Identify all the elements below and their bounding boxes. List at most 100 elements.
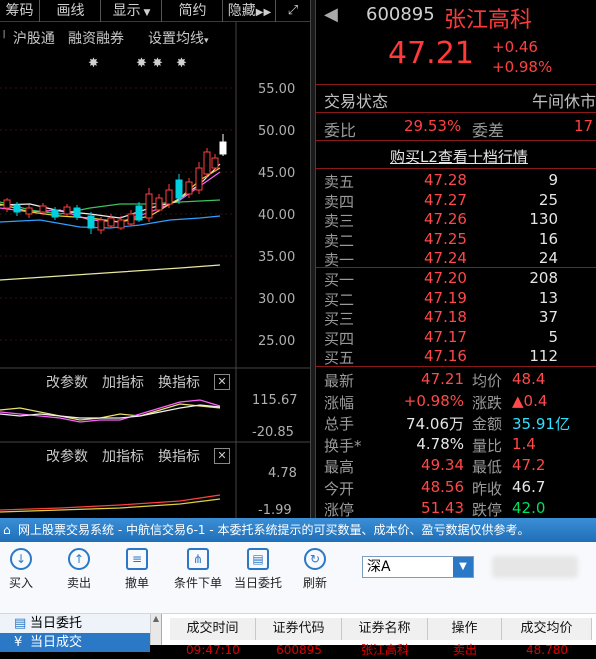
buy-label: 买入	[8, 576, 33, 590]
refresh-button[interactable]: ↻ 刷新	[290, 548, 340, 591]
double-chevron-icon: ▶▶	[255, 7, 272, 18]
book-row[interactable]: 卖二 47.25 16	[324, 229, 596, 250]
trade-code[interactable]: 600895	[256, 641, 342, 659]
stat-label: 涨跌	[472, 393, 503, 412]
book-row[interactable]: 买三 47.18 37	[324, 308, 596, 328]
tab-draw[interactable]: 画线	[41, 0, 101, 22]
stat-label: 跌停	[472, 501, 503, 519]
stat-label: 最高	[324, 458, 355, 476]
candle-body	[51, 209, 59, 218]
column-header[interactable]: 成交时间	[170, 618, 256, 640]
book-row[interactable]: 买二 47.19 13	[324, 289, 596, 309]
ind2-add-button[interactable]: 加指标	[102, 446, 144, 466]
divider	[316, 84, 596, 85]
book-row[interactable]: 卖三 47.26 130	[324, 210, 596, 230]
prev-stock-icon[interactable]: ◀	[324, 4, 338, 25]
book-row[interactable]: 卖一 47.24 24	[324, 249, 596, 269]
tree-icon: ⋔	[187, 548, 209, 570]
bid-diff-label: 委差	[472, 121, 505, 140]
cancel-order-button[interactable]: ≡ 撤单	[112, 548, 162, 591]
trade-avg-price[interactable]: 48.780	[502, 641, 592, 659]
trade-side[interactable]: 卖出	[428, 641, 502, 659]
book-row[interactable]: 买五 47.16 112	[324, 347, 596, 367]
stat-label: 换手*	[324, 436, 362, 455]
stat-value: 48.56	[421, 477, 464, 496]
level-label: 买二	[324, 290, 355, 309]
stat-label: 昨收	[472, 479, 503, 498]
price-tick: 55.00	[258, 82, 295, 97]
candle-body	[155, 197, 163, 211]
column-header[interactable]: 操作	[428, 618, 502, 640]
stat-value: 47.2	[512, 456, 546, 474]
function-tree: ▤ 当日委托 ¥ 当日成交 ▲	[0, 614, 162, 652]
document-icon: ▤	[247, 548, 269, 570]
stat-value: 51.43	[421, 499, 464, 517]
ind2-tick: -1.99	[258, 503, 292, 518]
level-label: 买三	[324, 310, 355, 328]
candle-body	[195, 167, 203, 191]
candle-body	[145, 193, 153, 219]
tree-item-today-trades[interactable]: ¥ 当日成交	[0, 633, 150, 652]
level-price: 47.25	[424, 229, 467, 248]
ind1-add-button[interactable]: 加指标	[102, 372, 144, 392]
ind1-tick: -20.85	[252, 425, 294, 440]
level-price: 47.27	[424, 190, 467, 209]
level-volume: 24	[538, 249, 558, 267]
candle-body	[185, 181, 193, 195]
tab-hide[interactable]: 隐藏▶▶	[224, 0, 276, 22]
last-price: 47.21	[388, 36, 474, 71]
kline-chart[interactable]: ╵ 沪股通 融资融券 设置均线▾ ✸ ✸ ✸ ✸ 55.00 50.00 45.…	[0, 22, 310, 518]
book-row[interactable]: 卖四 47.27 25	[324, 190, 596, 211]
ind2-params-button[interactable]: 改参数	[46, 446, 88, 466]
candle-body	[97, 219, 105, 231]
conditional-order-button[interactable]: ⋔ 条件下单	[170, 548, 226, 591]
buy-button[interactable]: ↓ 买入	[0, 548, 46, 591]
ind1-params-button[interactable]: 改参数	[46, 372, 88, 392]
divider	[316, 168, 596, 169]
close-icon[interactable]: ✕	[214, 448, 230, 464]
l2-upgrade-link[interactable]: 购买L2查看十档行情	[390, 146, 528, 167]
market-select[interactable]: 深A ▼	[362, 556, 474, 578]
stat-value: 48.4	[512, 370, 546, 388]
book-row[interactable]: 买一 47.20 208	[324, 269, 596, 289]
candle-body	[107, 217, 115, 227]
cancel-order-icon: ≡	[126, 548, 148, 570]
tab-display[interactable]: 显示 ▼	[102, 0, 162, 22]
candle-body	[73, 207, 81, 218]
hide-label: 隐藏	[227, 3, 256, 19]
tab-simple[interactable]: 简约	[163, 0, 223, 22]
book-row[interactable]: 卖五 47.28 9	[324, 171, 596, 191]
close-icon[interactable]: ✕	[214, 374, 230, 390]
level-label: 卖二	[324, 231, 355, 250]
display-label: 显示	[112, 3, 141, 19]
level-volume: 5	[548, 327, 558, 346]
tab-chips[interactable]: 筹码	[0, 0, 40, 22]
today-orders-button[interactable]: ▤ 当日委托	[230, 548, 286, 591]
document-icon: ▤	[14, 616, 27, 631]
trading-toolbar: ↓ 买入 ↑ 卖出 ≡ 撤单 ⋔ 条件下单 ▤ 当日委托 ↻ 刷新 深A ▼	[0, 542, 596, 614]
trade-time[interactable]: 09:47:10	[170, 641, 256, 659]
candle-body	[25, 207, 33, 215]
ind1-switch-button[interactable]: 换指标	[158, 372, 200, 392]
candle-body	[87, 215, 95, 229]
tree-item-today-orders[interactable]: ▤ 当日委托	[0, 614, 150, 633]
column-header[interactable]: 证券代码	[256, 618, 342, 640]
stat-label: 金额	[472, 415, 503, 433]
book-row[interactable]: 买四 47.17 5	[324, 327, 596, 348]
level-price: 47.17	[424, 327, 467, 346]
price-tick: 40.00	[258, 208, 295, 223]
sell-button[interactable]: ↑ 卖出	[54, 548, 104, 591]
level-volume: 9	[548, 171, 558, 189]
trading-title-bar[interactable]: ⌂ 网上股票交易系统 - 中航信交易6-1 - 本委托系统提示的可买数量、成本价…	[0, 518, 596, 542]
level-volume: 16	[538, 229, 558, 248]
stock-name: 张江高科	[444, 8, 533, 33]
ind2-switch-button[interactable]: 换指标	[158, 446, 200, 466]
trade-name[interactable]: 张江高科	[342, 641, 428, 659]
column-header[interactable]: 成交均价	[502, 618, 592, 640]
fullscreen-icon[interactable]: ⤢	[277, 0, 309, 22]
ma-long-line	[0, 264, 221, 281]
stat-label: 涨幅	[324, 393, 355, 412]
tree-scrollbar[interactable]: ▲	[150, 614, 161, 645]
account-field[interactable]	[492, 556, 578, 578]
column-header[interactable]: 证券名称	[342, 618, 428, 640]
